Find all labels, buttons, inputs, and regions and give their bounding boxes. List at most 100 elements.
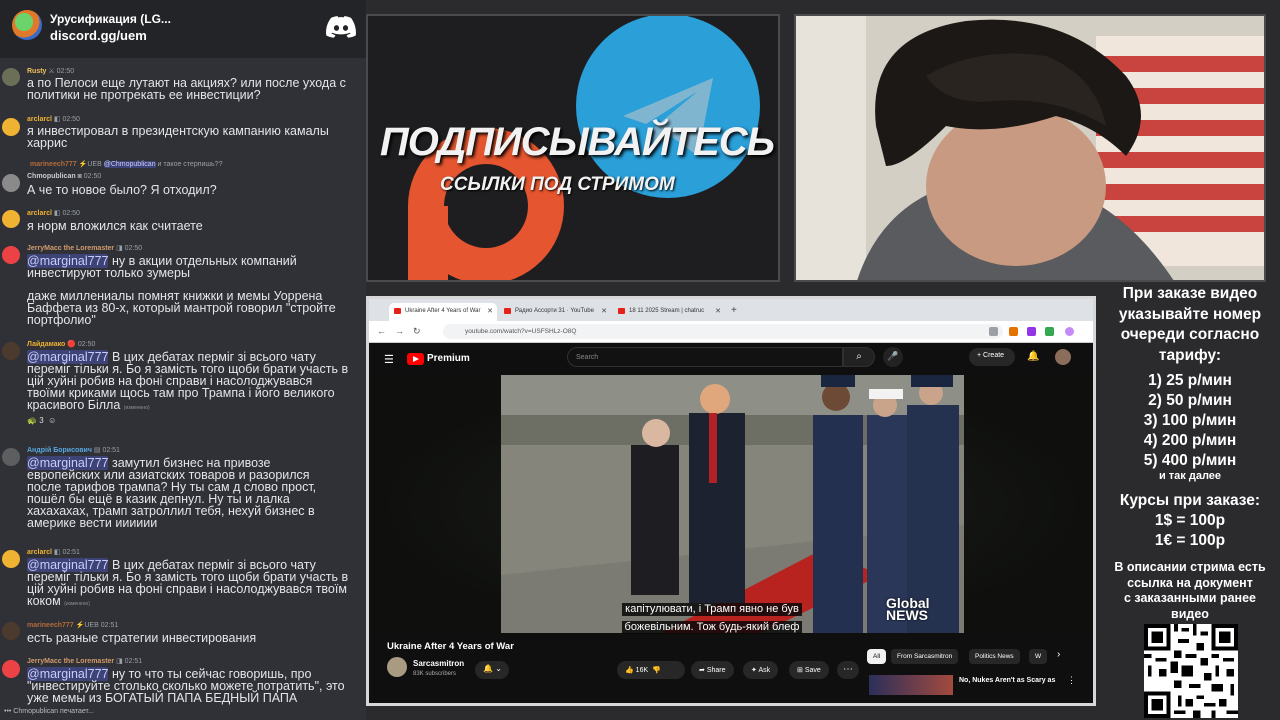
zoom-icon[interactable] bbox=[989, 327, 998, 336]
message-meta: arclarcl ◧ 02:50 bbox=[27, 116, 80, 123]
youtube-premium-label: Premium bbox=[427, 353, 470, 364]
close-tab-icon[interactable]: ✕ bbox=[487, 307, 493, 315]
url-input[interactable]: youtube.com/watch?v=USFSHLz-O8Q bbox=[443, 324, 1003, 339]
message-meta: Андрій Борисович ▤ 02:51 bbox=[27, 447, 120, 454]
extension-icon[interactable] bbox=[1027, 327, 1036, 336]
notifications-icon[interactable]: 🔔 bbox=[1027, 351, 1039, 362]
discord-chat-panel: Урусификация (LG... discord.gg/uem Rusty… bbox=[0, 0, 366, 720]
discord-logo-icon bbox=[326, 16, 356, 38]
user-avatar bbox=[2, 118, 20, 136]
chip-politics-news[interactable]: Politics News bbox=[969, 649, 1020, 664]
sparkle-icon: ✦ bbox=[751, 667, 757, 674]
message-text: @marginal777 ну то что ты сейчас говориш… bbox=[27, 667, 345, 705]
reply-preview[interactable]: marineech777 ⚡UEB @Chmopublican и такое … bbox=[30, 160, 222, 168]
user-avatar bbox=[2, 68, 20, 86]
chevron-right-icon[interactable]: › bbox=[1057, 649, 1060, 660]
user-avatar bbox=[2, 246, 20, 264]
search-icon[interactable]: ⌕ bbox=[843, 347, 875, 367]
discord-server-header: Урусификация (LG... discord.gg/uem bbox=[0, 0, 366, 58]
reaction-emoji-icon[interactable]: 🐢 bbox=[27, 416, 37, 425]
ask-button[interactable]: ✦ Ask bbox=[743, 661, 779, 679]
promo-title: ПОДПИСЫВАЙТЕСЬ bbox=[379, 120, 775, 164]
save-icon: ⊞ bbox=[797, 667, 803, 674]
save-button[interactable]: ⊞ Save bbox=[789, 661, 829, 679]
profile-icon[interactable] bbox=[1065, 327, 1074, 336]
channel-name[interactable]: Sarcasmitron bbox=[413, 659, 464, 668]
back-icon[interactable]: ← bbox=[377, 326, 386, 336]
message-meta: marineech777 ⚡UEB 02:51 bbox=[27, 622, 119, 629]
more-actions-icon[interactable]: ⋯ bbox=[837, 661, 859, 679]
user-avatar bbox=[2, 210, 20, 228]
youtube-favicon-icon bbox=[618, 308, 625, 314]
message-meta: arclarcl ◧ 02:50 bbox=[27, 210, 80, 217]
share-button[interactable]: ➦ Share bbox=[691, 661, 734, 679]
extension-icon[interactable] bbox=[1009, 327, 1018, 336]
message-meta: Лайдамако 🔴 02:50 bbox=[27, 341, 96, 348]
youtube-logo-icon[interactable] bbox=[407, 353, 424, 365]
promo-subtitle: ССЫЛКИ ПОД СТРИМОМ bbox=[440, 174, 675, 195]
reaction-bar[interactable]: 🐢 3 ☺ bbox=[27, 416, 56, 425]
channel-avatar[interactable] bbox=[387, 657, 407, 677]
message-meta: JerryMacc the Loremaster ◨ 02:51 bbox=[27, 658, 143, 665]
close-tab-icon[interactable]: ✕ bbox=[601, 307, 607, 315]
message-text: есть разные стратегии инвестирования bbox=[27, 631, 257, 645]
user-avatar bbox=[2, 174, 20, 192]
user-avatar bbox=[2, 342, 20, 360]
tab-strip: Ukraine After 4 Years of War ✕ Радио Асс… bbox=[369, 299, 1093, 321]
user-avatar bbox=[2, 448, 20, 466]
youtube-favicon-icon bbox=[504, 308, 511, 314]
message-meta: Rusty ⚔ 02:50 bbox=[27, 68, 75, 75]
search-input[interactable]: Search bbox=[567, 347, 843, 367]
browser-tab[interactable]: Радио Ассорти 31 · YouTube ✕ bbox=[499, 303, 611, 321]
chip-more[interactable]: W bbox=[1029, 649, 1048, 664]
subscription-bell-button[interactable]: 🔔 ⌄ bbox=[475, 661, 509, 679]
tariff-list: 1) 25 р/мин 2) 50 р/мин 3) 100 р/мин 4) … bbox=[1143, 372, 1237, 469]
video-subtitles: капітулювати, і Трамп явно не був божеві… bbox=[522, 599, 902, 635]
chip-from-channel[interactable]: From Sarcasmitron bbox=[891, 649, 959, 664]
recommended-thumbnail[interactable] bbox=[869, 675, 953, 695]
user-avatar bbox=[2, 550, 20, 568]
message-text: @marginal777 В циx дебатах перміг зі всь… bbox=[27, 350, 349, 412]
user-avatar bbox=[2, 660, 20, 678]
message-text: я инвестировал в президентскую кампанию … bbox=[27, 124, 329, 150]
microphone-icon[interactable]: 🎤 bbox=[883, 347, 903, 367]
like-button[interactable]: 👍 16K 👎 bbox=[617, 661, 685, 679]
message-text: А че то новое было? Я отходил? bbox=[27, 183, 217, 197]
more-options-icon[interactable]: ⋮ bbox=[1067, 675, 1076, 686]
new-tab-icon[interactable]: + bbox=[731, 305, 737, 316]
global-news-watermark: Global NEWS bbox=[886, 595, 930, 623]
server-icon bbox=[12, 10, 42, 40]
address-bar-row: ← → ↻ youtube.com/watch?v=USFSHLz-O8Q bbox=[369, 321, 1093, 343]
message-text: я норм вложился как считаете bbox=[27, 219, 203, 233]
video-player[interactable]: капітулювати, і Трамп явно не був божеві… bbox=[374, 375, 1089, 635]
stream-layout: Урусификация (LG... discord.gg/uem Rusty… bbox=[0, 0, 1280, 720]
message-meta: JerryMacc the Loremaster ◨ 02:50 bbox=[27, 245, 143, 252]
close-tab-icon[interactable]: ✕ bbox=[715, 307, 721, 315]
browser-window: Ukraine After 4 Years of War ✕ Радио Асс… bbox=[366, 296, 1096, 706]
forward-icon[interactable]: → bbox=[395, 326, 404, 336]
chevron-down-icon: ⌄ bbox=[495, 664, 502, 673]
user-avatar bbox=[2, 622, 20, 640]
browser-tab-active[interactable]: Ukraine After 4 Years of War ✕ bbox=[389, 303, 497, 321]
reload-icon[interactable]: ↻ bbox=[413, 326, 421, 337]
description-note: В описании стрима есть ссылка на докумен… bbox=[1114, 560, 1266, 621]
subscribe-promo-panel: ПОДПИСЫВАЙТЕСЬ ССЫЛКИ ПОД СТРИМОМ bbox=[366, 14, 780, 282]
typing-indicator: ••• Chmopublican печатает... bbox=[4, 708, 94, 715]
tariff-more: и так далее bbox=[1158, 470, 1222, 482]
message-text: даже миллениалы помнят книжки и мемы Уор… bbox=[27, 289, 336, 327]
qr-code-icon[interactable] bbox=[1144, 624, 1238, 718]
currency-rates: Курсы при заказе: 1$ = 100р 1€ = 100р bbox=[1119, 492, 1261, 549]
chip-all[interactable]: All bbox=[867, 649, 887, 664]
menu-icon[interactable]: ☰ bbox=[384, 353, 394, 366]
account-avatar[interactable] bbox=[1055, 349, 1071, 365]
message-meta: arclarcl ◧ 02:51 bbox=[27, 549, 80, 556]
message-meta: Chmopublican ◙ 02:50 bbox=[27, 173, 102, 180]
bell-icon: 🔔 bbox=[483, 664, 493, 673]
server-invite-link[interactable]: discord.gg/uem bbox=[50, 28, 147, 43]
extension-icon[interactable] bbox=[1045, 327, 1054, 336]
youtube-favicon-icon bbox=[394, 308, 401, 314]
recommended-title[interactable]: No, Nukes Aren't as Scary as bbox=[959, 677, 1055, 684]
create-button[interactable]: + Create bbox=[969, 348, 1015, 366]
browser-tab[interactable]: 18 11 2025 Stream | chatruc ✕ bbox=[613, 303, 725, 321]
server-name: Урусификация (LG... bbox=[50, 12, 171, 26]
